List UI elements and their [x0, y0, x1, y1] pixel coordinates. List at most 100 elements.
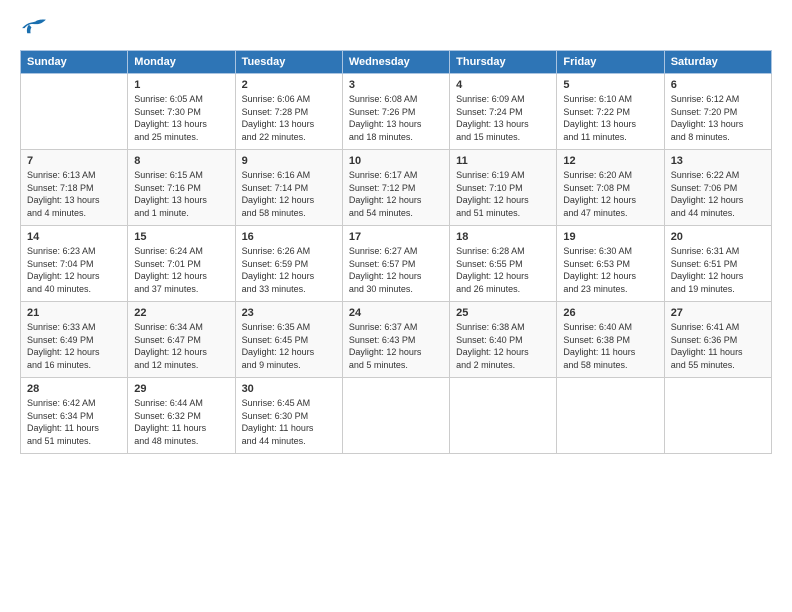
- day-number: 26: [563, 307, 657, 319]
- day-info: Sunrise: 6:05 AMSunset: 7:30 PMDaylight:…: [134, 93, 228, 143]
- calendar-cell: 11 Sunrise: 6:19 AMSunset: 7:10 PMDayligh…: [450, 150, 557, 226]
- day-number: 27: [671, 307, 765, 319]
- week-row-4: 28 Sunrise: 6:42 AMSunset: 6:34 PMDayligh…: [21, 378, 772, 454]
- day-number: 16: [242, 231, 336, 243]
- day-info: Sunrise: 6:30 AMSunset: 6:53 PMDaylight:…: [563, 245, 657, 295]
- week-row-3: 21 Sunrise: 6:33 AMSunset: 6:49 PMDayligh…: [21, 302, 772, 378]
- calendar-cell: 26 Sunrise: 6:40 AMSunset: 6:38 PMDayligh…: [557, 302, 664, 378]
- day-number: 6: [671, 79, 765, 91]
- header-cell-monday: Monday: [128, 51, 235, 74]
- calendar-cell: [450, 378, 557, 454]
- header-cell-saturday: Saturday: [664, 51, 771, 74]
- calendar-cell: 28 Sunrise: 6:42 AMSunset: 6:34 PMDayligh…: [21, 378, 128, 454]
- day-info: Sunrise: 6:17 AMSunset: 7:12 PMDaylight:…: [349, 169, 443, 219]
- day-info: Sunrise: 6:16 AMSunset: 7:14 PMDaylight:…: [242, 169, 336, 219]
- day-number: 20: [671, 231, 765, 243]
- calendar-cell: [664, 378, 771, 454]
- calendar-cell: 16 Sunrise: 6:26 AMSunset: 6:59 PMDayligh…: [235, 226, 342, 302]
- day-number: 23: [242, 307, 336, 319]
- day-number: 10: [349, 155, 443, 167]
- calendar-cell: 25Sunrise: 6:38 AMSunset: 6:40 PMDayligh…: [450, 302, 557, 378]
- calendar-cell: 3 Sunrise: 6:08 AMSunset: 7:26 PMDaylight…: [342, 74, 449, 150]
- day-info: Sunrise: 6:19 AMSunset: 7:10 PMDaylight:…: [456, 169, 550, 219]
- header-row: SundayMondayTuesdayWednesdayThursdayFrid…: [21, 51, 772, 74]
- day-number: 14: [27, 231, 121, 243]
- day-info: Sunrise: 6:15 AMSunset: 7:16 PMDaylight:…: [134, 169, 228, 219]
- day-number: 22: [134, 307, 228, 319]
- calendar-cell: 17 Sunrise: 6:27 AMSunset: 6:57 PMDayligh…: [342, 226, 449, 302]
- day-number: 4: [456, 79, 550, 91]
- day-number: 8: [134, 155, 228, 167]
- day-info: Sunrise: 6:34 AMSunset: 6:47 PMDaylight:…: [134, 321, 228, 371]
- calendar-cell: 7Sunrise: 6:13 AMSunset: 7:18 PMDaylight…: [21, 150, 128, 226]
- day-info: Sunrise: 6:22 AMSunset: 7:06 PMDaylight:…: [671, 169, 765, 219]
- calendar-cell: 15 Sunrise: 6:24 AMSunset: 7:01 PMDayligh…: [128, 226, 235, 302]
- week-row-0: 1 Sunrise: 6:05 AMSunset: 7:30 PMDaylight…: [21, 74, 772, 150]
- calendar-cell: 8 Sunrise: 6:15 AMSunset: 7:16 PMDaylight…: [128, 150, 235, 226]
- day-info: Sunrise: 6:33 AMSunset: 6:49 PMDaylight:…: [27, 321, 121, 371]
- calendar-cell: [342, 378, 449, 454]
- header-cell-tuesday: Tuesday: [235, 51, 342, 74]
- day-info: Sunrise: 6:09 AMSunset: 7:24 PMDaylight:…: [456, 93, 550, 143]
- day-info: Sunrise: 6:44 AMSunset: 6:32 PMDaylight:…: [134, 397, 228, 447]
- day-number: 19: [563, 231, 657, 243]
- week-row-1: 7Sunrise: 6:13 AMSunset: 7:18 PMDaylight…: [21, 150, 772, 226]
- day-info: Sunrise: 6:41 AMSunset: 6:36 PMDaylight:…: [671, 321, 765, 371]
- calendar-cell: 18 Sunrise: 6:28 AMSunset: 6:55 PMDayligh…: [450, 226, 557, 302]
- calendar-cell: 5Sunrise: 6:10 AMSunset: 7:22 PMDaylight…: [557, 74, 664, 150]
- day-info: Sunrise: 6:37 AMSunset: 6:43 PMDaylight:…: [349, 321, 443, 371]
- day-info: Sunrise: 6:35 AMSunset: 6:45 PMDaylight:…: [242, 321, 336, 371]
- calendar-cell: 12 Sunrise: 6:20 AMSunset: 7:08 PMDayligh…: [557, 150, 664, 226]
- calendar-cell: [21, 74, 128, 150]
- day-number: 3: [349, 79, 443, 91]
- calendar-cell: 9 Sunrise: 6:16 AMSunset: 7:14 PMDaylight…: [235, 150, 342, 226]
- day-number: 13: [671, 155, 765, 167]
- header-cell-wednesday: Wednesday: [342, 51, 449, 74]
- calendar-table: SundayMondayTuesdayWednesdayThursdayFrid…: [20, 50, 772, 454]
- day-info: Sunrise: 6:31 AMSunset: 6:51 PMDaylight:…: [671, 245, 765, 295]
- day-number: 15: [134, 231, 228, 243]
- calendar-cell: 1 Sunrise: 6:05 AMSunset: 7:30 PMDaylight…: [128, 74, 235, 150]
- day-number: 9: [242, 155, 336, 167]
- logo-icon: [20, 18, 48, 40]
- day-number: 30: [242, 383, 336, 395]
- header-cell-friday: Friday: [557, 51, 664, 74]
- day-number: 12: [563, 155, 657, 167]
- calendar-cell: 6 Sunrise: 6:12 AMSunset: 7:20 PMDaylight…: [664, 74, 771, 150]
- calendar-cell: [557, 378, 664, 454]
- day-info: Sunrise: 6:38 AMSunset: 6:40 PMDaylight:…: [456, 321, 550, 371]
- day-number: 29: [134, 383, 228, 395]
- day-number: 28: [27, 383, 121, 395]
- page: SundayMondayTuesdayWednesdayThursdayFrid…: [0, 0, 792, 612]
- day-info: Sunrise: 6:27 AMSunset: 6:57 PMDaylight:…: [349, 245, 443, 295]
- day-number: 21: [27, 307, 121, 319]
- calendar-cell: 10 Sunrise: 6:17 AMSunset: 7:12 PMDayligh…: [342, 150, 449, 226]
- day-number: 18: [456, 231, 550, 243]
- day-number: 2: [242, 79, 336, 91]
- week-row-2: 14 Sunrise: 6:23 AMSunset: 7:04 PMDayligh…: [21, 226, 772, 302]
- day-info: Sunrise: 6:28 AMSunset: 6:55 PMDaylight:…: [456, 245, 550, 295]
- day-info: Sunrise: 6:26 AMSunset: 6:59 PMDaylight:…: [242, 245, 336, 295]
- day-info: Sunrise: 6:20 AMSunset: 7:08 PMDaylight:…: [563, 169, 657, 219]
- day-number: 5: [563, 79, 657, 91]
- day-info: Sunrise: 6:08 AMSunset: 7:26 PMDaylight:…: [349, 93, 443, 143]
- day-number: 24: [349, 307, 443, 319]
- header: [20, 18, 772, 40]
- calendar-cell: 20 Sunrise: 6:31 AMSunset: 6:51 PMDayligh…: [664, 226, 771, 302]
- day-info: Sunrise: 6:12 AMSunset: 7:20 PMDaylight:…: [671, 93, 765, 143]
- day-info: Sunrise: 6:24 AMSunset: 7:01 PMDaylight:…: [134, 245, 228, 295]
- day-info: Sunrise: 6:42 AMSunset: 6:34 PMDaylight:…: [27, 397, 121, 447]
- calendar-cell: 22 Sunrise: 6:34 AMSunset: 6:47 PMDayligh…: [128, 302, 235, 378]
- calendar-cell: 27 Sunrise: 6:41 AMSunset: 6:36 PMDayligh…: [664, 302, 771, 378]
- day-info: Sunrise: 6:40 AMSunset: 6:38 PMDaylight:…: [563, 321, 657, 371]
- day-info: Sunrise: 6:45 AMSunset: 6:30 PMDaylight:…: [242, 397, 336, 447]
- header-cell-sunday: Sunday: [21, 51, 128, 74]
- day-number: 7: [27, 155, 121, 167]
- day-number: 1: [134, 79, 228, 91]
- day-number: 11: [456, 155, 550, 167]
- day-info: Sunrise: 6:23 AMSunset: 7:04 PMDaylight:…: [27, 245, 121, 295]
- calendar-cell: 4 Sunrise: 6:09 AMSunset: 7:24 PMDaylight…: [450, 74, 557, 150]
- day-number: 17: [349, 231, 443, 243]
- calendar-cell: 14 Sunrise: 6:23 AMSunset: 7:04 PMDayligh…: [21, 226, 128, 302]
- calendar-cell: 13 Sunrise: 6:22 AMSunset: 7:06 PMDayligh…: [664, 150, 771, 226]
